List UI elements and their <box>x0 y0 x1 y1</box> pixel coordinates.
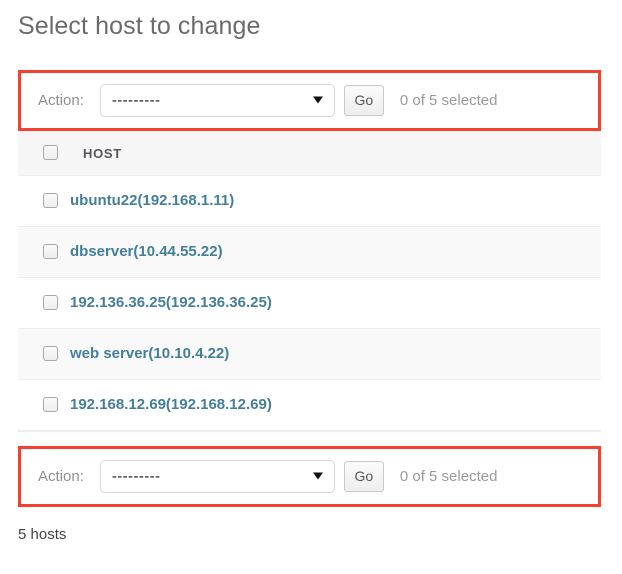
row-checkbox[interactable] <box>43 397 58 412</box>
changelist-page: Select host to change Action: --------- … <box>0 0 622 574</box>
host-link[interactable]: ubuntu22(192.168.1.11) <box>70 192 234 209</box>
host-link[interactable]: dbserver(10.44.55.22) <box>70 243 223 260</box>
column-header-host-label: HOST <box>83 145 122 161</box>
table-row: dbserver(10.44.55.22) <box>18 226 601 278</box>
row-select-cell <box>18 226 70 278</box>
row-checkbox[interactable] <box>43 193 58 208</box>
action-bar-top-highlight: Action: --------- Go 0 of 5 selected <box>18 69 601 131</box>
table-row: ubuntu22(192.168.1.11) <box>18 175 601 227</box>
select-all-cell <box>18 130 70 176</box>
row-select-cell <box>18 328 70 380</box>
action-select-bottom-value: --------- <box>111 467 161 485</box>
row-select-cell <box>18 277 70 329</box>
row-host-cell: 192.168.12.69(192.168.12.69) <box>70 379 601 431</box>
row-host-cell: web server(10.10.4.22) <box>70 328 601 380</box>
select-all-checkbox[interactable] <box>43 145 58 160</box>
go-button-bottom[interactable]: Go <box>343 460 384 492</box>
action-label-bottom: Action: <box>38 467 84 485</box>
action-select-top-value: --------- <box>111 91 161 109</box>
row-select-cell <box>18 175 70 227</box>
results-table: HOST ubuntu22(192.168.1.11) dbserver(10.… <box>18 130 601 431</box>
action-select-bottom[interactable]: --------- <box>99 459 335 493</box>
table-row: 192.136.36.25(192.136.36.25) <box>18 277 601 329</box>
result-count: 5 hosts <box>18 525 67 543</box>
host-link[interactable]: web server(10.10.4.22) <box>70 345 229 362</box>
selection-counter-top: 0 of 5 selected <box>399 91 498 109</box>
action-bar-bottom: Action: --------- Go 0 of 5 selected <box>21 448 598 504</box>
page-title: Select host to change <box>18 12 261 40</box>
row-checkbox[interactable] <box>43 295 58 310</box>
action-bar-top: Action: --------- Go 0 of 5 selected <box>21 72 598 128</box>
table-header-row: HOST <box>18 130 601 176</box>
row-checkbox[interactable] <box>43 346 58 361</box>
row-checkbox[interactable] <box>43 244 58 259</box>
chevron-down-icon <box>312 472 323 480</box>
row-host-cell: ubuntu22(192.168.1.11) <box>70 175 601 227</box>
table-row: web server(10.10.4.22) <box>18 328 601 380</box>
go-button-top[interactable]: Go <box>343 84 384 116</box>
action-select-top[interactable]: --------- <box>99 83 335 117</box>
chevron-down-icon <box>312 96 323 104</box>
action-label-top: Action: <box>38 91 84 109</box>
row-host-cell: 192.136.36.25(192.136.36.25) <box>70 277 601 329</box>
row-host-cell: dbserver(10.44.55.22) <box>70 226 601 278</box>
bottom-divider <box>18 430 601 446</box>
action-bar-bottom-highlight: Action: --------- Go 0 of 5 selected <box>18 445 601 507</box>
column-header-host[interactable]: HOST <box>70 130 601 176</box>
row-select-cell <box>18 379 70 431</box>
host-link[interactable]: 192.136.36.25(192.136.36.25) <box>70 294 272 311</box>
table-row: 192.168.12.69(192.168.12.69) <box>18 379 601 431</box>
host-link[interactable]: 192.168.12.69(192.168.12.69) <box>70 396 272 413</box>
selection-counter-bottom: 0 of 5 selected <box>399 467 498 485</box>
